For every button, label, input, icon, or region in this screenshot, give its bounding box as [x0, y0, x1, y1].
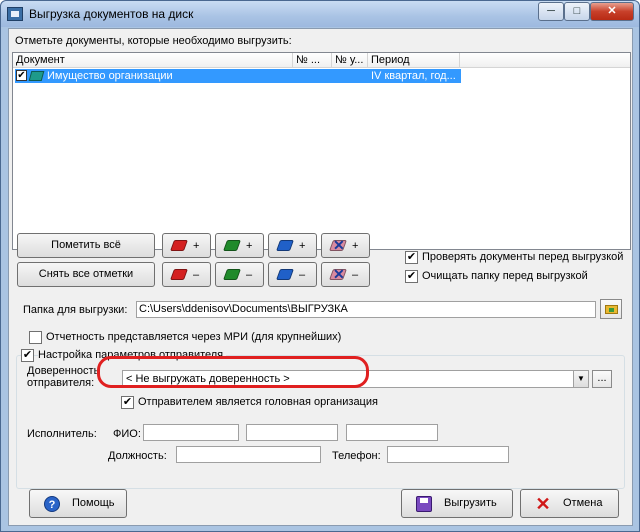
unmark-red-button[interactable]: –	[162, 262, 211, 287]
mark-red-button[interactable]: +	[162, 233, 211, 258]
verify-docs-checkbox[interactable]: ✔	[405, 251, 418, 264]
title-bar[interactable]: Выгрузка документов на диск ─ □ ✕	[1, 1, 639, 27]
help-button[interactable]: ? Помощь	[29, 489, 127, 518]
mri-label: Отчетность представляется через МРИ (для…	[46, 331, 342, 343]
cancel-icon: ✕	[535, 494, 551, 514]
head-org-checkbox[interactable]: ✔	[121, 396, 134, 409]
proxy-label-line1: Доверенность	[27, 365, 100, 377]
folder-path-input[interactable]: C:\Users\ddenisov\Documents\ВЫГРУЗКА	[136, 301, 596, 318]
export-window: Выгрузка документов на диск ─ □ ✕ Отметь…	[0, 0, 640, 532]
sender-settings-label: Настройка параметров отправителя	[38, 349, 227, 361]
blue-book-icon	[275, 269, 295, 280]
minimize-button[interactable]: ─	[538, 2, 564, 21]
column-number[interactable]: № ...	[293, 53, 332, 68]
help-icon: ?	[44, 496, 60, 512]
help-label: Помощь	[72, 497, 115, 509]
row-document: Имущество организации	[47, 70, 173, 82]
mark-all-button[interactable]: Пометить всё	[17, 233, 155, 258]
export-label: Выгрузить	[444, 497, 497, 509]
proxy-select[interactable]: < Не выгружать доверенность > ▼	[122, 370, 589, 388]
export-button[interactable]: Выгрузить	[401, 489, 513, 518]
proxy-label-line2: отправителя:	[27, 377, 95, 389]
phone-input[interactable]	[387, 446, 509, 463]
close-button[interactable]: ✕	[590, 2, 634, 21]
unmark-blue-button[interactable]: –	[268, 262, 317, 287]
green-book-icon	[222, 269, 242, 280]
column-document[interactable]: Документ	[13, 53, 293, 68]
plus-label: +	[352, 240, 359, 252]
mark-green-button[interactable]: +	[215, 233, 264, 258]
minus-label: –	[246, 269, 253, 281]
documents-list[interactable]: Документ № ... № у... Период ✔ Имущество…	[12, 52, 631, 250]
table-row[interactable]: ✔ Имущество организации IV квартал, год.…	[15, 69, 461, 83]
chevron-down-icon[interactable]: ▼	[573, 371, 588, 387]
position-label: Должность:	[108, 450, 167, 462]
clear-folder-label: Очищать папку перед выгрузкой	[422, 270, 588, 282]
folder-icon	[605, 305, 618, 314]
cancel-label: Отмена	[563, 497, 603, 509]
proxy-select-value: < Не выгружать доверенность >	[126, 373, 290, 385]
plus-label: +	[193, 240, 200, 252]
fio-middle-name-input[interactable]	[346, 424, 438, 441]
head-org-label: Отправителем является головная организац…	[138, 396, 378, 408]
verify-docs-label: Проверять документы перед выгрузкой	[422, 251, 624, 263]
list-header: Документ № ... № у... Период	[13, 53, 630, 68]
row-period: IV квартал, год...	[371, 70, 456, 82]
window-title: Выгрузка документов на диск	[29, 7, 194, 21]
fio-first-name-input[interactable]	[246, 424, 338, 441]
cancel-button[interactable]: ✕ Отмена	[520, 489, 619, 518]
red-book-icon	[169, 240, 189, 251]
minus-label: –	[193, 269, 200, 281]
green-book-icon	[222, 240, 242, 251]
position-input[interactable]	[176, 446, 321, 463]
x-mark-icon: ✕	[333, 266, 345, 282]
phone-label: Телефон:	[332, 450, 381, 462]
minus-label: –	[299, 269, 306, 281]
mark-error-button[interactable]: ✕ +	[321, 233, 370, 258]
clear-folder-checkbox[interactable]: ✔	[405, 270, 418, 283]
blue-book-icon	[275, 240, 295, 251]
maximize-button[interactable]: □	[564, 2, 590, 21]
mark-blue-button[interactable]: +	[268, 233, 317, 258]
executor-label: Исполнитель:	[27, 428, 97, 440]
fio-label: ФИО:	[113, 428, 141, 440]
unmark-all-button[interactable]: Снять все отметки	[17, 262, 155, 287]
plus-label: +	[246, 240, 253, 252]
column-reg-number[interactable]: № у...	[332, 53, 368, 68]
folder-label: Папка для выгрузки:	[23, 304, 128, 316]
red-book-icon	[169, 269, 189, 280]
plus-label: +	[299, 240, 306, 252]
minus-label: –	[352, 269, 359, 281]
dialog-client: Отметьте документы, которые необходимо в…	[8, 28, 633, 526]
row-checkbox[interactable]: ✔	[16, 70, 27, 81]
fio-last-name-input[interactable]	[143, 424, 239, 441]
browse-folder-button[interactable]	[600, 299, 622, 319]
x-mark-icon: ✕	[333, 237, 345, 253]
app-icon	[7, 7, 23, 21]
unmark-green-button[interactable]: –	[215, 262, 264, 287]
save-disk-icon	[416, 496, 432, 512]
document-icon	[28, 71, 45, 81]
proxy-browse-button[interactable]: ...	[592, 370, 612, 388]
unmark-error-button[interactable]: ✕ –	[321, 262, 370, 287]
list-instruction: Отметьте документы, которые необходимо в…	[15, 35, 292, 47]
mri-checkbox[interactable]	[29, 331, 42, 344]
sender-settings-checkbox[interactable]: ✔	[21, 349, 34, 362]
column-period[interactable]: Период	[368, 53, 460, 68]
